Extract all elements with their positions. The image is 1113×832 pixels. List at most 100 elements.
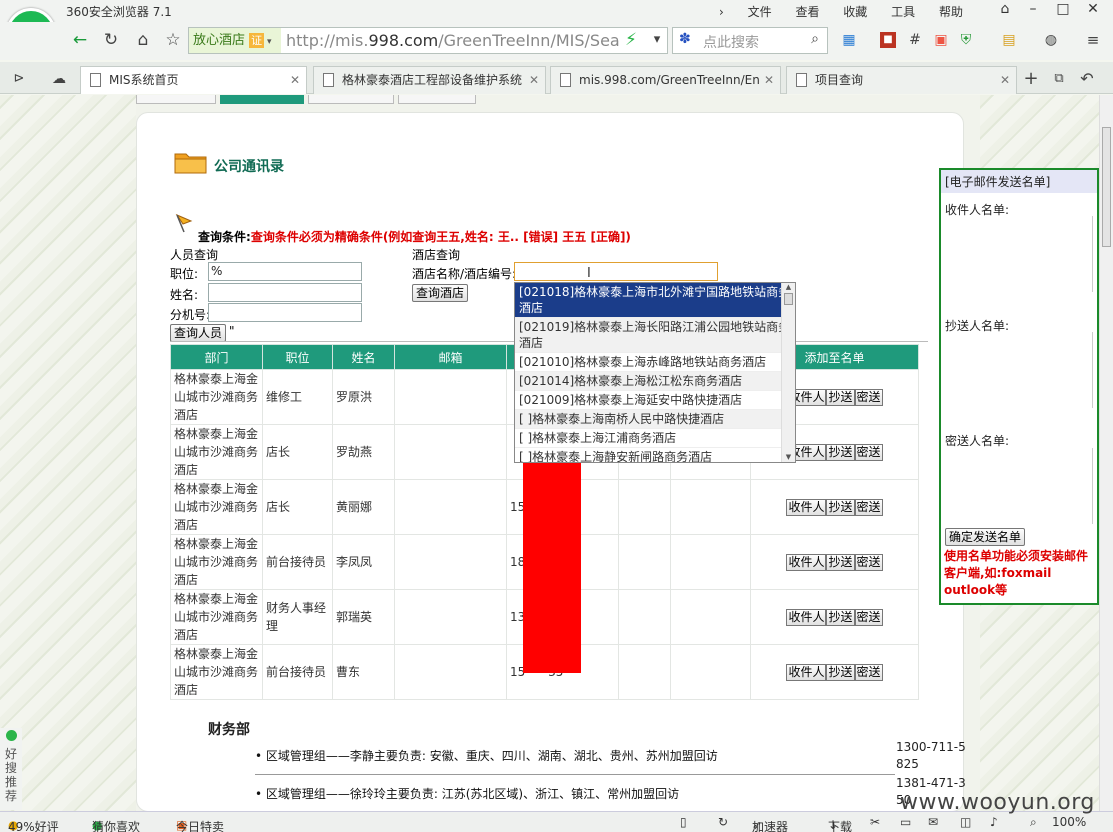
close-window-icon[interactable]: ✕ bbox=[1078, 0, 1108, 20]
name-input[interactable] bbox=[208, 283, 362, 302]
home-icon[interactable]: ⌂ bbox=[132, 29, 154, 51]
bcc-button[interactable]: 密送 bbox=[854, 664, 883, 681]
cell-name: 李凤凤 bbox=[332, 534, 395, 590]
autocomplete-item[interactable]: [021009]格林豪泰上海延安中路快捷酒店 bbox=[515, 391, 795, 410]
autocomplete-item[interactable]: [ ]格林豪泰上海南桥人民中路快捷酒店 bbox=[515, 410, 795, 429]
new-tab-icon[interactable]: + bbox=[1020, 68, 1042, 90]
bcc-list-textarea[interactable] bbox=[945, 448, 1093, 524]
to-button[interactable]: 收件人 bbox=[786, 664, 827, 681]
menu-view[interactable]: 查看 bbox=[795, 5, 819, 19]
search-person-button[interactable]: 查询人员 bbox=[170, 324, 226, 342]
favorite-star-icon[interactable]: ☆ bbox=[162, 29, 184, 51]
cloud-icon[interactable]: ☁ bbox=[48, 68, 70, 90]
to-list-textarea[interactable] bbox=[945, 216, 1093, 292]
autocomplete-item[interactable]: [021019]格林豪泰上海长阳路江浦公园地铁站商务酒店 bbox=[515, 318, 795, 353]
sync-icon[interactable]: ↻ bbox=[718, 815, 728, 829]
search-input[interactable]: 点此搜索 bbox=[703, 32, 759, 52]
tab-equipment[interactable]: 格林豪泰酒店工程部设备维护系统 ✕ bbox=[313, 66, 546, 94]
hash-extension-icon[interactable]: # bbox=[904, 29, 926, 51]
autocomplete-item[interactable]: [021014]格林豪泰上海松江松东商务酒店 bbox=[515, 372, 795, 391]
close-tab-icon[interactable]: ✕ bbox=[1000, 67, 1010, 93]
apps-grid-icon[interactable]: ▦ bbox=[838, 29, 860, 51]
search-icon[interactable]: ⌕ bbox=[811, 31, 819, 47]
page-scrollbar[interactable] bbox=[1099, 95, 1113, 811]
page-icon bbox=[560, 73, 571, 87]
game-icon[interactable]: ◍ bbox=[1040, 29, 1062, 51]
menu-file[interactable]: 文件 bbox=[748, 5, 772, 19]
hotel-autocomplete[interactable]: [021018]格林豪泰上海市北外滩宁国路地铁站商务酒店 [021019]格林豪… bbox=[514, 282, 796, 463]
phone-icon[interactable]: ▯ bbox=[680, 815, 687, 829]
tools-icon[interactable]: ✂ bbox=[870, 815, 880, 829]
search-box[interactable]: ✽ 点此搜索 ⌕ bbox=[672, 27, 828, 54]
menu-favorites[interactable]: 收藏 bbox=[843, 5, 867, 19]
autocomplete-item[interactable]: [ ]格林豪泰上海静安新闸路商务酒店 bbox=[515, 448, 795, 462]
to-button[interactable]: 收件人 bbox=[786, 609, 827, 626]
refresh-icon[interactable]: ↻ bbox=[100, 29, 122, 51]
cc-button[interactable]: 抄送 bbox=[826, 664, 855, 681]
position-input[interactable]: % bbox=[208, 262, 362, 281]
restore-tab-icon[interactable]: ↶ bbox=[1076, 68, 1098, 90]
cell-name: 罗原洪 bbox=[332, 369, 395, 425]
top-nav-item[interactable] bbox=[308, 95, 394, 104]
top-nav-item[interactable] bbox=[136, 95, 216, 104]
confirm-send-list-button[interactable]: 确定发送名单 bbox=[945, 528, 1025, 546]
extension-icon[interactable]: ■ bbox=[880, 32, 896, 48]
bcc-button[interactable]: 密送 bbox=[854, 609, 883, 626]
bcc-button[interactable]: 密送 bbox=[854, 444, 883, 461]
screenshot-icon[interactable]: ▣ bbox=[930, 29, 952, 51]
autocomplete-item[interactable]: [021010]格林豪泰上海赤峰路地铁站商务酒店 bbox=[515, 353, 795, 372]
cc-button[interactable]: 抄送 bbox=[826, 499, 855, 516]
folder-extension-icon[interactable]: ▤ bbox=[998, 29, 1020, 51]
autocomplete-item[interactable]: [021018]格林豪泰上海市北外滩宁国路地铁站商务酒店 bbox=[515, 283, 795, 318]
extension-input[interactable] bbox=[208, 303, 362, 322]
zoom-icon[interactable]: ⌕ bbox=[1030, 815, 1037, 830]
page-background-left bbox=[0, 95, 136, 811]
close-tab-icon[interactable]: ✕ bbox=[290, 67, 300, 93]
quote-mark: " bbox=[229, 324, 235, 338]
autocomplete-scrollbar[interactable]: ▲ ▼ bbox=[781, 283, 795, 462]
hotel-input[interactable] bbox=[514, 262, 718, 281]
menu-help[interactable]: 帮助 bbox=[939, 5, 963, 19]
skin-icon[interactable]: ⌂ bbox=[990, 0, 1020, 20]
close-tab-icon[interactable]: ✕ bbox=[764, 67, 774, 93]
safe-hotel-badge[interactable]: 放心酒店 证 ▾ bbox=[189, 28, 281, 53]
shield-icon[interactable]: ⛨ bbox=[955, 29, 977, 51]
chevron-icon[interactable]: › bbox=[719, 5, 724, 19]
lightning-icon[interactable]: ⚡ bbox=[620, 29, 642, 51]
minimize-icon[interactable]: – bbox=[1018, 0, 1048, 20]
tab-project-query[interactable]: 项目查询 ✕ bbox=[786, 66, 1017, 94]
to-button[interactable]: 收件人 bbox=[786, 499, 827, 516]
cc-button[interactable]: 抄送 bbox=[826, 609, 855, 626]
back-icon[interactable]: ← bbox=[69, 29, 91, 51]
zoom-level[interactable]: 100% bbox=[1052, 815, 1086, 829]
tab-mis-home[interactable]: MIS系统首页 ✕ bbox=[80, 66, 307, 94]
window-icon[interactable]: ▭ bbox=[900, 815, 911, 829]
dropdown-chevron-icon[interactable]: ▾ bbox=[646, 29, 668, 51]
bcc-button[interactable]: 密送 bbox=[854, 499, 883, 516]
cc-list-textarea[interactable] bbox=[945, 332, 1093, 408]
url-text[interactable]: http://mis.998.com/GreenTreeInn/MIS/Sea bbox=[286, 31, 620, 50]
menu-tools[interactable]: 工具 bbox=[891, 5, 915, 19]
autocomplete-item[interactable]: [ ]格林豪泰上海江浦商务酒店 bbox=[515, 429, 795, 448]
tab-list-icon[interactable]: ⧉ bbox=[1048, 68, 1070, 90]
top-nav-item-active[interactable] bbox=[220, 95, 304, 104]
extension-status-icon[interactable]: ◫ bbox=[960, 815, 971, 829]
finance-heading: 财务部 bbox=[208, 722, 250, 738]
menu-lines-icon[interactable]: ≡ bbox=[1082, 29, 1104, 51]
cc-button[interactable]: 抄送 bbox=[826, 444, 855, 461]
maximize-icon[interactable]: □ bbox=[1048, 0, 1078, 20]
cc-button[interactable]: 抄送 bbox=[826, 554, 855, 571]
close-tab-icon[interactable]: ✕ bbox=[529, 67, 539, 93]
bcc-button[interactable]: 密送 bbox=[854, 389, 883, 406]
bcc-button[interactable]: 密送 bbox=[854, 554, 883, 571]
haosou-sidebar[interactable]: 好搜推荐 bbox=[0, 728, 22, 810]
speaker-icon[interactable]: ♪ bbox=[990, 815, 998, 829]
search-hotel-button[interactable]: 查询酒店 bbox=[412, 284, 468, 302]
top-nav-item[interactable] bbox=[398, 95, 476, 104]
sidebar-toggle-icon[interactable]: ⊳ bbox=[8, 68, 30, 90]
tab-mis-url[interactable]: mis.998.com/GreenTreeInn/En ✕ bbox=[550, 66, 781, 94]
mail-icon[interactable]: ✉ bbox=[928, 815, 938, 829]
bcc-list-label: 密送人名单: bbox=[945, 434, 1010, 448]
cc-button[interactable]: 抄送 bbox=[826, 389, 855, 406]
to-button[interactable]: 收件人 bbox=[786, 554, 827, 571]
